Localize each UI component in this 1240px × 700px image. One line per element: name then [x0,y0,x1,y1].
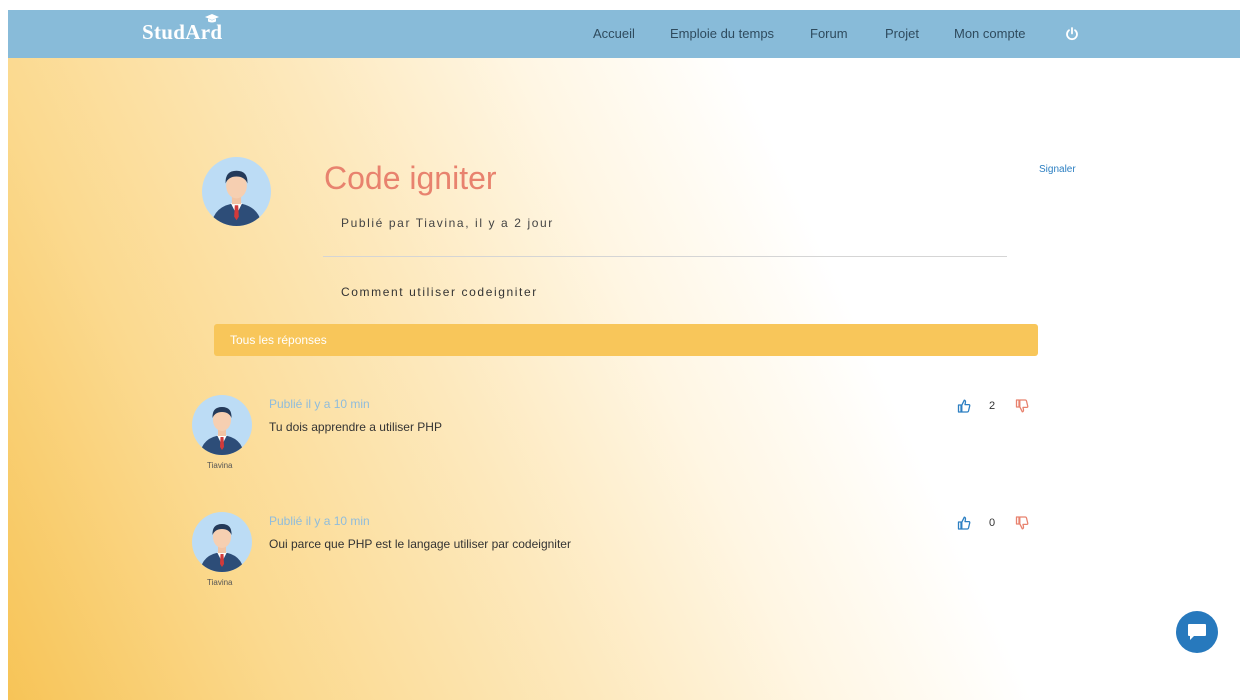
thumbs-up-icon[interactable] [957,516,971,530]
responses-header: Tous les réponses [214,324,1038,356]
chat-bubble-icon [1188,624,1206,640]
thumbs-up-icon[interactable] [957,399,971,413]
page: StudArd Accueil Emploie du temps Forum P… [8,10,1240,700]
comment-text: Tu dois apprendre a utiliser PHP [269,420,442,434]
comment-author: Tiavina [207,578,233,587]
user-avatar-icon [192,395,252,455]
nav-item-accueil[interactable]: Accueil [593,26,635,41]
comment-item: Tiavina Publié il y a 10 min Oui parce q… [8,512,1240,602]
responses-header-label: Tous les réponses [230,333,327,347]
nav-item-projet[interactable]: Projet [885,26,919,41]
vote-count: 2 [989,400,996,412]
divider [323,256,1007,257]
report-link[interactable]: Signaler [1039,164,1076,175]
comment-author: Tiavina [207,461,233,470]
nav-item-emploie-du-temps[interactable]: Emploie du temps [670,26,774,41]
comment-meta: Publié il y a 10 min [269,397,370,411]
thumbs-down-icon[interactable] [1015,516,1029,530]
power-icon[interactable] [1065,27,1079,41]
nav-item-forum[interactable]: Forum [810,26,848,41]
navbar: StudArd Accueil Emploie du temps Forum P… [8,10,1240,58]
comment-text: Oui parce que PHP est le langage utilise… [269,537,571,551]
post-body: Comment utiliser codeigniter [341,285,538,299]
comment-meta: Publié il y a 10 min [269,514,370,528]
comment-item: Tiavina Publié il y a 10 min Tu dois app… [8,395,1240,485]
user-avatar-icon [192,512,252,572]
nav-item-mon-compte[interactable]: Mon compte [954,26,1026,41]
chat-button[interactable] [1176,611,1218,653]
post-meta: Publié par Tiavina, il y a 2 jour [341,216,554,230]
post-title: Code igniter [324,160,497,196]
logo[interactable]: StudArd [142,14,222,45]
author-avatar [202,157,271,226]
vote-count: 0 [989,517,996,529]
graduation-cap-icon [205,14,219,23]
thumbs-down-icon[interactable] [1015,399,1029,413]
